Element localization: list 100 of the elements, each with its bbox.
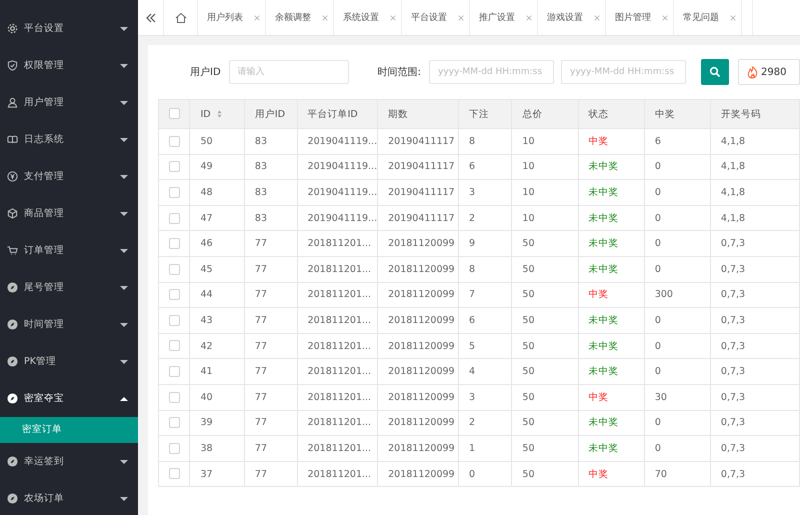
row-checkbox[interactable]	[168, 161, 180, 172]
user-id-field[interactable]: 请输入	[228, 60, 349, 84]
table-cell: 83	[244, 154, 298, 180]
compass-icon	[7, 393, 18, 404]
table-cell: 未中奖	[578, 256, 644, 282]
table-cell: 20181120099	[378, 461, 459, 487]
row-checkbox[interactable]	[168, 468, 180, 480]
row-checkbox[interactable]	[168, 340, 180, 352]
sort-icon[interactable]	[216, 110, 222, 118]
tab[interactable]: 用户列表	[198, 0, 266, 35]
user-icon	[7, 97, 18, 108]
row-checkbox[interactable]	[168, 136, 180, 147]
table-cell: 45	[190, 256, 244, 282]
close-icon[interactable]	[730, 14, 736, 20]
sidebar-item[interactable]: 支付管理	[0, 158, 138, 195]
row-checkbox[interactable]	[168, 289, 180, 300]
table-cell: 20181120099	[378, 256, 459, 282]
table-cell: 0,7,3	[710, 230, 800, 256]
table-cell: 50	[512, 461, 578, 487]
table-cell: 42	[190, 333, 244, 359]
table-cell: 6	[644, 128, 710, 154]
sidebar-item[interactable]: 商品管理	[0, 195, 138, 232]
row-checkbox[interactable]	[168, 212, 180, 224]
tab[interactable]: 游戏设置	[538, 0, 606, 35]
select-all-checkbox[interactable]	[168, 108, 180, 120]
sidebar-item[interactable]: 用户管理	[0, 84, 138, 121]
close-icon[interactable]	[526, 14, 532, 20]
sidebar-item[interactable]: 密室夺宝	[0, 380, 138, 417]
sidebar-item[interactable]: 农场订单	[0, 480, 138, 515]
table-cell: 2019041119...	[297, 205, 378, 231]
table-cell: 0	[644, 256, 710, 282]
table-cell: 201811201...	[297, 282, 378, 308]
sidebar-item[interactable]: 日志系统	[0, 121, 138, 158]
sidebar-item[interactable]: 时间管理	[0, 306, 138, 343]
close-icon[interactable]	[594, 14, 600, 20]
end-time-field[interactable]: yyyy-MM-dd HH:mm:ss	[561, 60, 686, 84]
sidebar-item[interactable]: 尾号管理	[0, 269, 138, 306]
table-cell: 未中奖	[578, 308, 644, 334]
sidebar-item[interactable]: 权限管理	[0, 47, 138, 84]
column-header: 用户ID	[244, 100, 298, 128]
row-checkbox[interactable]	[168, 238, 180, 250]
row-checkbox[interactable]	[168, 366, 180, 378]
tab[interactable]: 常见问题	[674, 0, 742, 35]
column-header: 状态	[578, 100, 644, 128]
table-cell: 未中奖	[578, 180, 644, 206]
table-cell: 0	[644, 230, 710, 256]
flame-icon	[747, 66, 758, 78]
table-cell: 0	[644, 436, 710, 462]
start-time-field[interactable]: yyyy-MM-dd HH:mm:ss	[429, 60, 554, 84]
sidebar-subitem[interactable]: 密室订单	[0, 417, 138, 443]
table-cell: 未中奖	[578, 436, 644, 462]
close-icon[interactable]	[458, 14, 464, 20]
table-cell: 50	[512, 358, 578, 384]
column-header: 开奖号码	[710, 100, 800, 128]
table-cell: 43	[190, 308, 244, 334]
row-checkbox[interactable]	[168, 442, 180, 454]
table-cell: 2	[458, 410, 512, 436]
table-cell: 8	[458, 128, 512, 154]
close-icon[interactable]	[390, 14, 396, 20]
table-cell: 47	[190, 205, 244, 231]
table-cell: 201811201...	[297, 410, 378, 436]
tab[interactable]: 图片管理	[606, 0, 674, 35]
close-icon[interactable]	[662, 14, 668, 20]
row-checkbox[interactable]	[168, 186, 180, 198]
row-checkbox[interactable]	[168, 314, 180, 326]
tab[interactable]: 平台设置	[402, 0, 470, 35]
table-cell: 未中奖	[578, 230, 644, 256]
row-checkbox[interactable]	[168, 264, 180, 275]
table-cell: 3	[458, 384, 512, 410]
table-cell: 77	[244, 384, 298, 410]
sidebar-item[interactable]: 平台设置	[0, 10, 138, 47]
sidebar-item[interactable]: 订单管理	[0, 232, 138, 269]
table-cell: 77	[244, 333, 298, 359]
row-checkbox[interactable]	[168, 417, 180, 428]
box-icon	[7, 208, 18, 219]
sidebar-item[interactable]: 幸运签到	[0, 443, 138, 480]
row-checkbox[interactable]	[168, 392, 180, 403]
tab[interactable]: 系统设置	[334, 0, 402, 35]
table-cell: 44	[190, 282, 244, 308]
hot-button[interactable]: 2980	[738, 59, 800, 85]
tab[interactable]: 推广设置	[470, 0, 538, 35]
table-cell: 10	[512, 205, 578, 231]
table-cell: 中奖	[578, 461, 644, 487]
close-icon[interactable]	[322, 14, 328, 20]
sidebar-item[interactable]: PK管理	[0, 343, 138, 380]
table-cell: 50	[512, 384, 578, 410]
table-cell: 0	[644, 308, 710, 334]
column-header: 平台订单ID	[297, 100, 378, 128]
tab[interactable]: 余额调整	[266, 0, 334, 35]
table-cell: 30	[644, 384, 710, 410]
table-cell: 201811201...	[297, 230, 378, 256]
table-cell: 20181120099	[378, 436, 459, 462]
table-cell: 20181120099	[378, 384, 459, 410]
table-cell: 0	[644, 180, 710, 206]
search-button[interactable]	[701, 59, 729, 85]
table-cell: 77	[244, 230, 298, 256]
table-cell: 中奖	[578, 128, 644, 154]
close-icon[interactable]	[254, 14, 260, 20]
table-cell: 20181120099	[378, 333, 459, 359]
table-cell: 未中奖	[578, 358, 644, 384]
